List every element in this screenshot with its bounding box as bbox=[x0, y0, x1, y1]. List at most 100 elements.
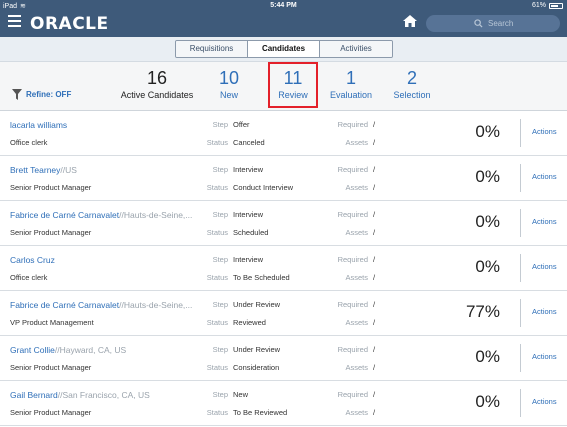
assets-value: / bbox=[373, 228, 376, 237]
refine-label: Refine: OFF bbox=[26, 90, 72, 99]
assets-label: Assets bbox=[345, 138, 368, 147]
required-label: Required bbox=[337, 345, 368, 354]
candidate-name-text: Brett Tearney bbox=[10, 165, 61, 175]
required-label: Required bbox=[337, 255, 368, 264]
row-divider bbox=[520, 119, 521, 147]
candidate-name[interactable]: Fabrice de Carné Carnavalet//Hauts-de-Se… bbox=[10, 210, 192, 220]
tab-candidates[interactable]: Candidates bbox=[248, 41, 320, 57]
actions-link[interactable]: Actions bbox=[532, 262, 557, 271]
assets-value: / bbox=[373, 408, 376, 417]
stat-new[interactable]: 10 New bbox=[210, 68, 248, 100]
candidate-name[interactable]: Carlos Cruz bbox=[10, 255, 55, 265]
candidate-name[interactable]: Gail Bernard//San Francisco, CA, US bbox=[10, 390, 150, 400]
candidate-name-text: Fabrice de Carné Carnavalet bbox=[10, 210, 120, 220]
candidate-row[interactable]: Fabrice de Carné Carnavalet//Hauts-de-Se… bbox=[0, 201, 567, 246]
status-label: Status bbox=[206, 183, 228, 192]
required-value: / bbox=[373, 165, 376, 174]
assets-label: Assets bbox=[345, 273, 368, 282]
assets-value: / bbox=[373, 183, 376, 192]
candidate-name[interactable]: Fabrice de Carné Carnavalet//Hauts-de-Se… bbox=[10, 300, 192, 310]
stat-value: 1 bbox=[345, 68, 356, 88]
candidate-row[interactable]: Fabrice de Carné Carnavalet//Hauts-de-Se… bbox=[0, 291, 567, 336]
row-divider bbox=[520, 164, 521, 192]
oracle-logo: ORACLE bbox=[30, 14, 109, 34]
assets-value: / bbox=[373, 363, 376, 372]
row-divider bbox=[520, 209, 521, 237]
home-icon[interactable] bbox=[402, 14, 418, 28]
step-label: Step bbox=[212, 300, 228, 309]
candidate-row[interactable]: Grant Collie//Hayward, CA, US Senior Prod… bbox=[0, 336, 567, 381]
required-label: Required bbox=[337, 300, 368, 309]
required-value: / bbox=[373, 345, 376, 354]
required-label: Required bbox=[337, 390, 368, 399]
status-time: 5:44 PM bbox=[270, 2, 297, 9]
candidate-job: Senior Product Manager bbox=[10, 408, 92, 417]
candidate-name[interactable]: lacarla williams bbox=[10, 120, 67, 130]
step-value: Interview bbox=[233, 165, 264, 174]
required-value: / bbox=[373, 390, 376, 399]
required-label: Required bbox=[337, 210, 368, 219]
assets-value: / bbox=[373, 273, 376, 282]
candidate-job: Office clerk bbox=[10, 273, 48, 282]
candidate-row[interactable]: Carlos Cruz Office clerk Step Interview Stat… bbox=[0, 246, 567, 291]
step-value: Under Review bbox=[233, 300, 281, 309]
pipeline-summary: Refine: OFF 16 Active Candidates 10 New … bbox=[0, 62, 567, 111]
stat-label: Evaluation bbox=[329, 90, 373, 100]
assets-label: Assets bbox=[345, 318, 368, 327]
row-divider bbox=[520, 344, 521, 372]
completion-percent: 0% bbox=[475, 122, 500, 141]
candidate-job: Senior Product Manager bbox=[10, 183, 92, 192]
status-label: Status bbox=[206, 138, 228, 147]
tab-activities[interactable]: Activities bbox=[320, 41, 392, 57]
actions-link[interactable]: Actions bbox=[532, 352, 557, 361]
status-value: Reviewed bbox=[233, 318, 266, 327]
row-divider bbox=[520, 254, 521, 282]
stat-evaluation[interactable]: 1 Evaluation bbox=[326, 68, 376, 100]
completion-percent: 77% bbox=[465, 302, 500, 321]
candidate-row[interactable]: Gail Bernard//San Francisco, CA, US Senio… bbox=[0, 381, 567, 426]
status-label: Status bbox=[206, 408, 228, 417]
menu-icon[interactable] bbox=[8, 15, 21, 27]
candidate-location: //San Francisco, CA, US bbox=[57, 390, 150, 400]
candidate-name[interactable]: Brett Tearney//US bbox=[10, 165, 77, 175]
completion-percent: 0% bbox=[475, 347, 500, 366]
candidate-job: Office clerk bbox=[10, 138, 48, 147]
actions-link[interactable]: Actions bbox=[532, 217, 557, 226]
candidate-name-text: Fabrice de Carné Carnavalet bbox=[10, 300, 120, 310]
step-value: Under Review bbox=[233, 345, 281, 354]
assets-label: Assets bbox=[345, 363, 368, 372]
step-label: Step bbox=[212, 165, 228, 174]
status-label: Status bbox=[206, 228, 228, 237]
refine-filter[interactable]: Refine: OFF bbox=[12, 89, 71, 100]
candidate-job: VP Product Management bbox=[10, 318, 94, 327]
assets-value: / bbox=[373, 318, 376, 327]
review-highlight-box bbox=[268, 62, 318, 108]
stat-value: 16 bbox=[146, 68, 168, 88]
candidate-job: Senior Product Manager bbox=[10, 363, 92, 372]
required-label: Required bbox=[337, 120, 368, 129]
candidate-name[interactable]: Grant Collie//Hayward, CA, US bbox=[10, 345, 126, 355]
actions-link[interactable]: Actions bbox=[532, 127, 557, 136]
stat-label: New bbox=[219, 90, 238, 100]
candidate-row[interactable]: Brett Tearney//US Senior Product Manager S… bbox=[0, 156, 567, 201]
required-value: / bbox=[373, 210, 376, 219]
battery-icon bbox=[549, 2, 563, 9]
tab-requisitions[interactable]: Requisitions bbox=[176, 41, 248, 57]
stat-selection[interactable]: 2 Selection bbox=[388, 68, 436, 100]
actions-link[interactable]: Actions bbox=[532, 172, 557, 181]
completion-percent: 0% bbox=[475, 392, 500, 411]
completion-percent: 0% bbox=[475, 167, 500, 186]
status-label: Status bbox=[206, 318, 228, 327]
stat-label: Selection bbox=[393, 90, 431, 100]
step-value: Interview bbox=[233, 255, 264, 264]
candidate-location: //Hauts-de-Seine,... bbox=[119, 210, 193, 220]
actions-link[interactable]: Actions bbox=[532, 307, 557, 316]
step-label: Step bbox=[212, 120, 228, 129]
step-label: Step bbox=[212, 345, 228, 354]
actions-link[interactable]: Actions bbox=[532, 397, 557, 406]
required-value: / bbox=[373, 255, 376, 264]
candidate-row[interactable]: lacarla williams Office clerk Step Offer Sta… bbox=[0, 111, 567, 156]
status-value: Conduct Interview bbox=[233, 183, 294, 192]
candidate-name-text: lacarla williams bbox=[10, 120, 68, 130]
search-field[interactable]: Search bbox=[426, 15, 560, 32]
